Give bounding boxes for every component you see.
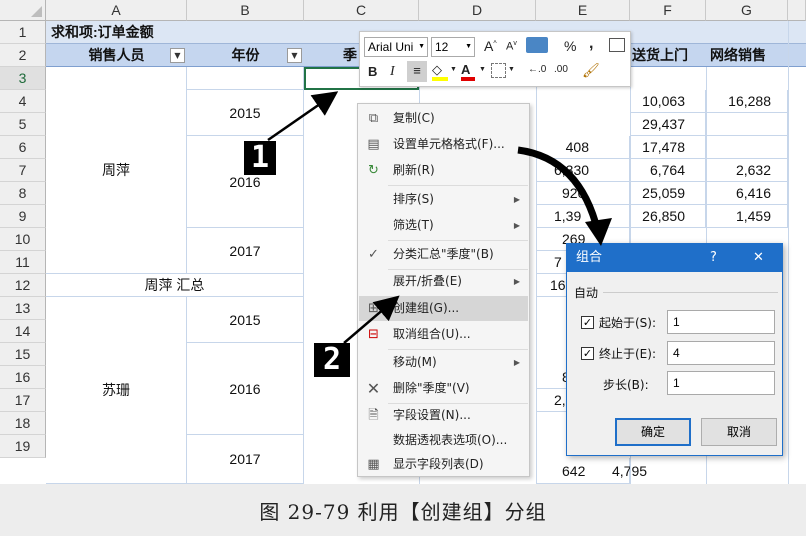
annotation-arrows — [267, 91, 612, 344]
arrow-line — [267, 91, 339, 142]
curved-arrow — [517, 146, 602, 233]
curved-arrow-head — [585, 218, 612, 246]
figure-caption: 图 29-79 利用【创建组】分组 — [259, 500, 547, 524]
arrow-line — [343, 295, 400, 344]
